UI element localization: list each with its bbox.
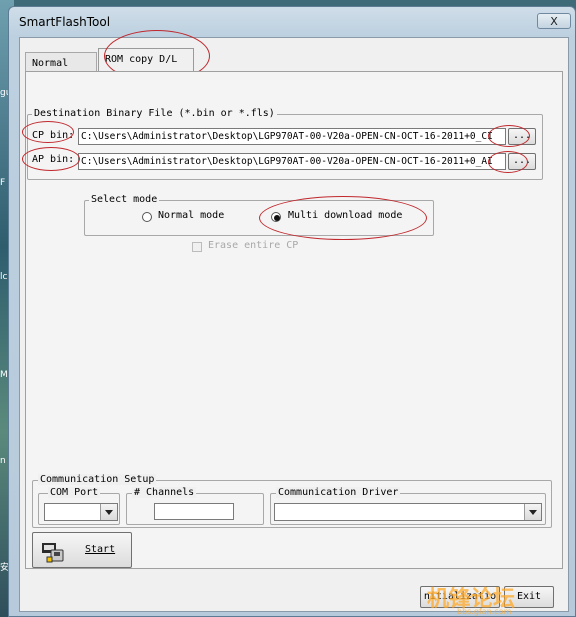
destination-group-label: Destination Binary File (*.bin or *.fls) bbox=[32, 108, 277, 119]
driver-label: Communication Driver bbox=[276, 487, 401, 498]
annotation-circle bbox=[259, 196, 427, 240]
window-title: SmartFlashTool bbox=[19, 15, 111, 29]
desktop-icon-label: F bbox=[0, 178, 6, 188]
flash-device-icon bbox=[42, 543, 64, 563]
erase-cp-label: Erase entire CP bbox=[208, 240, 298, 251]
communication-setup-label: Communication Setup bbox=[38, 474, 157, 485]
close-icon: X bbox=[550, 15, 558, 28]
com-port-label: COM Port bbox=[48, 487, 101, 498]
com-port-select[interactable] bbox=[44, 503, 118, 521]
client-area: Normal D/L ROM copy D/L Destination Bina… bbox=[19, 30, 569, 612]
annotation-circle bbox=[488, 125, 530, 147]
close-button[interactable]: X bbox=[537, 13, 571, 29]
desktop-icon-label: lc bbox=[0, 272, 8, 282]
desktop-icon-label: M bbox=[0, 370, 8, 380]
cp-bin-path-input[interactable]: C:\Users\Administrator\Desktop\LGP970AT-… bbox=[78, 128, 506, 145]
chevron-down-icon bbox=[524, 504, 541, 520]
normal-mode-label: Normal mode bbox=[158, 210, 225, 221]
channels-input[interactable] bbox=[154, 503, 234, 520]
annotation-circle bbox=[488, 151, 528, 173]
ap-bin-path-input[interactable]: C:\Users\Administrator\Desktop\LGP970AT-… bbox=[78, 153, 506, 170]
app-window: SmartFlashTool X Normal D/L ROM copy D/L… bbox=[8, 6, 576, 617]
channels-label: # Channels bbox=[132, 487, 197, 498]
desktop-icon-label: n bbox=[0, 456, 6, 466]
driver-select[interactable] bbox=[274, 503, 542, 521]
watermark-url: bbs.gfan.com bbox=[457, 607, 512, 616]
annotation-circle bbox=[22, 147, 80, 171]
tab-normal-dl[interactable]: Normal D/L bbox=[25, 52, 97, 90]
normal-mode-radio[interactable] bbox=[142, 212, 152, 222]
start-button[interactable]: Start bbox=[32, 532, 132, 568]
erase-cp-checkbox[interactable] bbox=[192, 242, 202, 252]
chevron-down-icon bbox=[100, 504, 117, 520]
select-mode-group-label: Select mode bbox=[89, 194, 160, 205]
destination-group bbox=[27, 114, 543, 180]
start-label: Start bbox=[85, 544, 116, 555]
annotation-circle bbox=[22, 121, 74, 143]
